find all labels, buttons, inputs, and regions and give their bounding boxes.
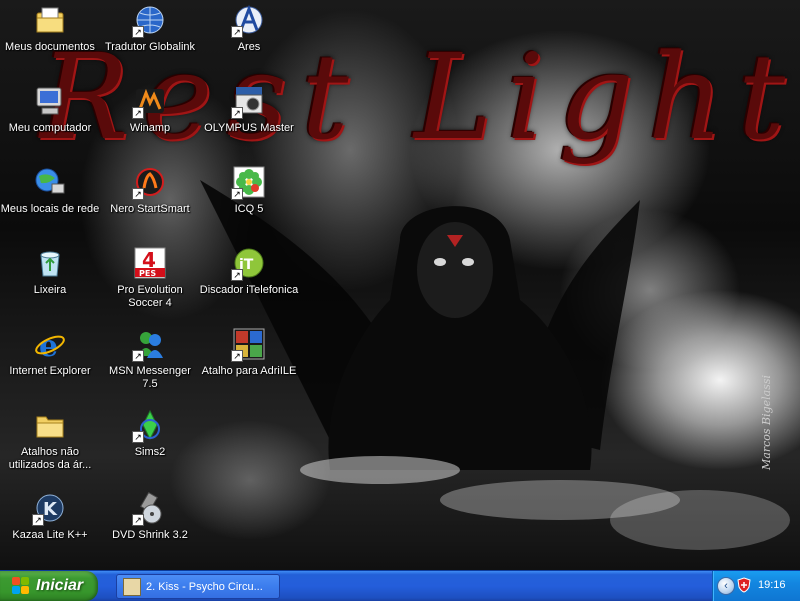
dvd-shrink-icon: ↗	[132, 491, 166, 526]
olympus-camera-icon: ↗	[231, 85, 265, 119]
start-button[interactable]: Iniciar	[0, 571, 98, 601]
desktop-icon-my-documents[interactable]: Meus documentos	[0, 2, 100, 76]
desktop-icon-discador-itelefonica[interactable]: iT ↗ Discador iTelefonica	[199, 245, 299, 319]
desktop-icon-network-places[interactable]: Meus locais de rede	[0, 164, 100, 238]
desktop-icon-label: Winamp	[129, 122, 171, 134]
shortcut-arrow-icon: ↗	[231, 269, 243, 281]
ares-icon: ↗	[231, 4, 265, 38]
desktop-icon-label: OLYMPUS Master	[204, 122, 294, 134]
desktop-icon-label: Pro Evolution Soccer 4	[117, 284, 183, 309]
taskbar-window-button[interactable]: 2. Kiss - Psycho Circu...	[116, 574, 280, 599]
system-tray: ‹ 19:16	[712, 571, 800, 601]
desktop-icon-winamp[interactable]: ↗ Winamp	[100, 83, 200, 157]
desktop-icon-label: Kazaa Lite K++	[12, 529, 88, 541]
shortcut-arrow-icon: ↗	[132, 188, 144, 200]
desktop-icon-unused-shortcuts-folder[interactable]: Atalhos não utilizados da ár...	[0, 407, 100, 487]
itelefonica-dialer-icon: iT ↗	[231, 247, 265, 281]
desktop-icon-recycle-bin[interactable]: Lixeira	[0, 245, 100, 319]
winamp-task-icon	[123, 577, 141, 596]
svg-text:PES: PES	[139, 269, 156, 278]
desktop-icon-kazaa-lite[interactable]: K ↗ Kazaa Lite K++	[0, 490, 100, 564]
svg-text:K: K	[43, 499, 58, 520]
desktop-icon-label: Nero StartSmart	[110, 203, 190, 215]
globe-icon: ↗	[132, 4, 166, 38]
shortcut-arrow-icon: ↗	[231, 107, 243, 119]
desktop-icon-label: DVD Shrink 3.2	[112, 529, 188, 541]
desktop-icon-label: Meus locais de rede	[0, 203, 100, 215]
shortcut-arrow-icon: ↗	[132, 514, 144, 526]
wallpaper-signature: Marcos Bigelassi	[760, 374, 773, 470]
msn-messenger-icon: ↗	[132, 328, 166, 362]
network-places-icon	[34, 166, 66, 198]
desktop-icon-my-computer[interactable]: Meu computador	[0, 83, 100, 157]
shortcut-arrow-icon: ↗	[231, 26, 243, 38]
kazaa-icon: K ↗	[32, 492, 66, 526]
taskbar-window-label: 2. Kiss - Psycho Circu...	[146, 580, 263, 593]
show-hidden-icons-icon[interactable]: ‹	[717, 577, 735, 595]
winamp-icon: ↗	[132, 85, 166, 119]
desktop-icon-sims2[interactable]: ↗ Sims2	[100, 407, 200, 481]
desktop-icon-ares[interactable]: ↗ Ares	[199, 2, 299, 76]
desktop-icon-label: Lixeira	[33, 284, 67, 296]
desktop-icon-label: Atalhos não utilizados da ár...	[8, 446, 92, 471]
desktop-icon-label: Meus documentos	[5, 41, 95, 53]
desktop-icon-olympus-master[interactable]: ↗ OLYMPUS Master	[199, 83, 299, 157]
desktop-icon-atalho-adriile[interactable]: ↗ Atalho para AdriILE	[199, 326, 299, 400]
desktop-icon-label: Atalho para AdriILE	[201, 365, 297, 377]
folder-icon	[34, 409, 66, 441]
security-shield-icon[interactable]	[737, 577, 751, 593]
desktop-icon-label: Discador iTelefonica	[199, 284, 299, 296]
shortcut-arrow-icon: ↗	[132, 107, 144, 119]
desktop-icon-label: Tradutor Globalink	[104, 41, 196, 53]
desktop-icon-msn-messenger[interactable]: ↗ MSN Messenger 7.5	[100, 326, 200, 400]
desktop-icon-internet-explorer[interactable]: e Internet Explorer	[0, 326, 100, 400]
desktop-icon-nero-startsmart[interactable]: ↗ Nero StartSmart	[100, 164, 200, 238]
start-button-label: Iniciar	[36, 577, 84, 594]
desktop-icon-pes4[interactable]: 4 PES Pro Evolution Soccer 4	[100, 245, 200, 325]
icq-flower-icon: ↗	[231, 166, 265, 200]
desktop-icon-label: Meu computador	[8, 122, 92, 134]
shortcut-arrow-icon: ↗	[231, 188, 243, 200]
recycle-bin-icon	[34, 247, 66, 279]
taskbar: Iniciar 2. Kiss - Psycho Circu... ‹ 19:1…	[0, 570, 800, 601]
sims2-icon: ↗	[132, 409, 166, 443]
desktop-icon-label: Internet Explorer	[9, 365, 91, 377]
image-shortcut-icon: ↗	[231, 328, 265, 362]
svg-text:e: e	[39, 329, 58, 360]
desktop-icon-icq5[interactable]: ↗ ICQ 5	[199, 164, 299, 238]
shortcut-arrow-icon: ↗	[132, 431, 144, 443]
desktop-icon-tradutor-globalink[interactable]: ↗ Tradutor Globalink	[100, 2, 200, 76]
pes4-icon: 4 PES	[134, 247, 166, 279]
shortcut-arrow-icon: ↗	[132, 350, 144, 362]
shortcut-arrow-icon: ↗	[231, 350, 243, 362]
desktop-icon-label: ICQ 5	[234, 203, 264, 215]
my-documents-icon	[34, 4, 66, 36]
my-computer-icon	[34, 85, 66, 117]
desktop-icon-label: MSN Messenger 7.5	[109, 365, 191, 390]
nero-icon: ↗	[132, 166, 166, 200]
taskbar-clock[interactable]: 19:16	[758, 579, 786, 591]
shortcut-arrow-icon: ↗	[132, 26, 144, 38]
desktop-icon-label: Ares	[237, 41, 261, 53]
desktop-icon-label: Sims2	[134, 446, 166, 458]
internet-explorer-icon: e	[34, 328, 66, 364]
windows-logo-icon	[12, 577, 30, 595]
shortcut-arrow-icon: ↗	[32, 514, 44, 526]
desktop-icon-dvd-shrink[interactable]: ↗ DVD Shrink 3.2	[100, 490, 200, 564]
